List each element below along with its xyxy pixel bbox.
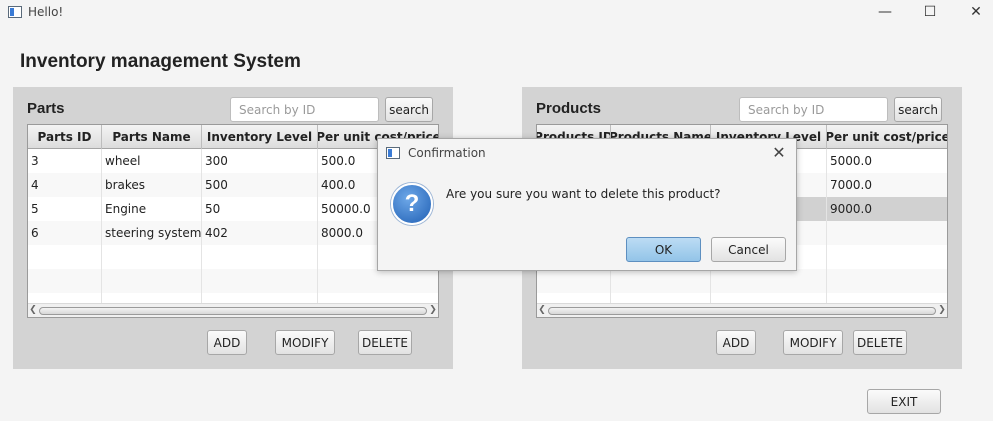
table-cell[interactable]: 3 bbox=[28, 149, 102, 173]
table-cell[interactable]: 50 bbox=[202, 197, 318, 221]
products-add-button[interactable]: ADD bbox=[716, 330, 756, 355]
table-cell[interactable] bbox=[28, 269, 102, 293]
dialog-message: Are you sure you want to delete this pro… bbox=[446, 187, 721, 201]
window-title: Hello! bbox=[28, 5, 64, 19]
table-cell[interactable] bbox=[827, 221, 947, 245]
table-cell[interactable]: steering system bbox=[102, 221, 202, 245]
products-delete-button[interactable]: DELETE bbox=[853, 330, 907, 355]
cancel-button[interactable]: Cancel bbox=[711, 237, 786, 262]
page-title: Inventory management System bbox=[20, 51, 301, 72]
title-bar: Hello! — ☐ ✕ bbox=[0, 0, 993, 26]
scroll-left-icon[interactable]: ❮ bbox=[28, 304, 38, 317]
scroll-thumb[interactable] bbox=[39, 307, 427, 315]
confirmation-dialog: Confirmation ✕ ? Are you sure you want t… bbox=[377, 138, 797, 271]
scroll-right-icon[interactable]: ❯ bbox=[428, 304, 438, 317]
scroll-left-icon[interactable]: ❮ bbox=[537, 304, 547, 317]
table-row[interactable] bbox=[28, 269, 438, 293]
horizontal-scrollbar[interactable]: ❮ ❯ bbox=[537, 303, 947, 317]
ok-button[interactable]: OK bbox=[626, 237, 701, 262]
products-search-button[interactable]: search bbox=[894, 97, 942, 122]
parts-search-input[interactable] bbox=[230, 97, 379, 122]
parts-title: Parts bbox=[27, 100, 65, 117]
table-cell[interactable] bbox=[611, 269, 711, 293]
column-header[interactable]: Parts ID bbox=[28, 125, 102, 149]
table-cell[interactable] bbox=[711, 269, 827, 293]
close-window-icon[interactable]: ✕ bbox=[965, 2, 987, 22]
parts-search-button[interactable]: search bbox=[385, 97, 433, 122]
table-cell[interactable]: brakes bbox=[102, 173, 202, 197]
table-cell[interactable] bbox=[102, 245, 202, 269]
table-cell[interactable] bbox=[827, 269, 947, 293]
products-modify-button[interactable]: MODIFY bbox=[783, 330, 843, 355]
column-header[interactable]: Parts Name bbox=[102, 125, 202, 149]
table-cell[interactable]: 300 bbox=[202, 149, 318, 173]
table-cell[interactable]: 7000.0 bbox=[827, 173, 947, 197]
horizontal-scrollbar[interactable]: ❮ ❯ bbox=[28, 303, 438, 317]
table-cell[interactable] bbox=[202, 269, 318, 293]
table-cell[interactable]: 402 bbox=[202, 221, 318, 245]
table-cell[interactable]: 9000.0 bbox=[827, 197, 947, 221]
table-cell[interactable] bbox=[537, 269, 611, 293]
exit-button[interactable]: EXIT bbox=[867, 389, 941, 414]
parts-modify-button[interactable]: MODIFY bbox=[275, 330, 335, 355]
table-cell[interactable] bbox=[28, 245, 102, 269]
table-cell[interactable] bbox=[102, 269, 202, 293]
table-cell[interactable]: 500 bbox=[202, 173, 318, 197]
products-search-input[interactable] bbox=[739, 97, 888, 122]
table-cell[interactable]: Engine bbox=[102, 197, 202, 221]
maximize-icon[interactable]: ☐ bbox=[919, 2, 941, 22]
table-cell[interactable] bbox=[827, 245, 947, 269]
close-icon[interactable]: ✕ bbox=[770, 144, 788, 162]
parts-delete-button[interactable]: DELETE bbox=[358, 330, 412, 355]
table-cell[interactable]: 6 bbox=[28, 221, 102, 245]
scroll-thumb[interactable] bbox=[548, 307, 936, 315]
scroll-right-icon[interactable]: ❯ bbox=[937, 304, 947, 317]
table-cell[interactable]: 4 bbox=[28, 173, 102, 197]
table-cell[interactable]: 5000.0 bbox=[827, 149, 947, 173]
table-cell[interactable]: wheel bbox=[102, 149, 202, 173]
app-icon bbox=[8, 6, 22, 18]
minimize-icon[interactable]: — bbox=[874, 2, 896, 22]
products-title: Products bbox=[536, 100, 602, 117]
dialog-app-icon bbox=[386, 147, 400, 159]
column-header[interactable]: Per unit cost/price bbox=[827, 125, 947, 149]
column-header[interactable]: Inventory Level bbox=[202, 125, 318, 149]
table-row[interactable] bbox=[537, 269, 947, 293]
dialog-title: Confirmation bbox=[408, 146, 486, 160]
table-cell[interactable]: 5 bbox=[28, 197, 102, 221]
table-cell[interactable] bbox=[318, 269, 438, 293]
table-cell[interactable] bbox=[202, 245, 318, 269]
question-icon: ? bbox=[391, 183, 433, 225]
parts-add-button[interactable]: ADD bbox=[207, 330, 247, 355]
